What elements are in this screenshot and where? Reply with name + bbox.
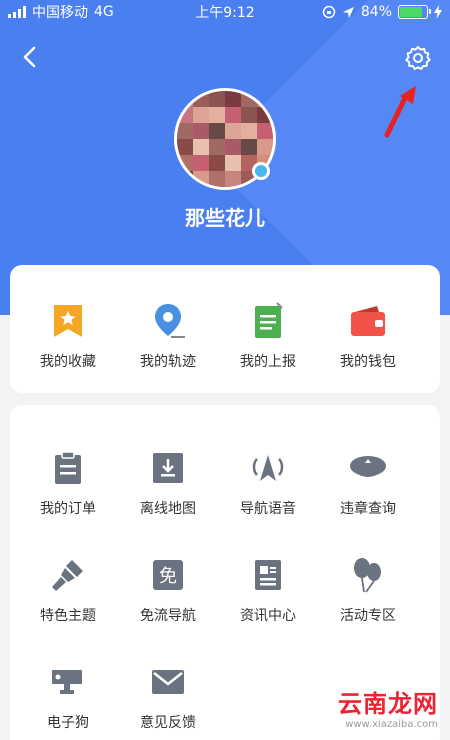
- balloons-icon: [348, 555, 388, 595]
- location-arrow-icon: [342, 6, 354, 18]
- watermark-text: 云南龙网: [338, 690, 438, 718]
- quick-action-bookmark-star[interactable]: 我的收藏: [18, 301, 118, 371]
- service-order-clipboard[interactable]: 我的订单: [18, 448, 118, 518]
- navigation-voice-icon: [248, 448, 288, 488]
- service-news[interactable]: 资讯中心: [218, 555, 318, 625]
- service-label: 活动专区: [340, 608, 396, 624]
- service-camera[interactable]: 电子狗: [18, 662, 118, 732]
- paint-brush-icon: [48, 555, 88, 595]
- order-clipboard-icon: [48, 448, 88, 488]
- service-label: 导航语音: [240, 501, 296, 517]
- svg-text:免: 免: [159, 566, 177, 587]
- annotation-arrow-icon: [384, 86, 416, 138]
- quick-action-label: 我的收藏: [40, 354, 96, 370]
- service-offline-map-download[interactable]: 离线地图: [118, 448, 218, 518]
- camera-icon: [48, 662, 88, 702]
- quick-action-wallet[interactable]: 我的钱包: [318, 301, 418, 371]
- carrier-name: 中国移动: [32, 5, 88, 21]
- status-left: 中国移动 4G: [8, 2, 114, 22]
- battery-percent: 84%: [360, 4, 392, 20]
- report-document-icon: [248, 301, 288, 341]
- service-label: 免流导航: [140, 608, 196, 624]
- service-label: 离线地图: [140, 501, 196, 517]
- offline-map-download-icon: [148, 448, 188, 488]
- verified-badge-icon: [252, 162, 270, 180]
- news-icon: [248, 555, 288, 595]
- signal-icon: [8, 6, 26, 18]
- quick-action-report-document[interactable]: 我的上报: [218, 301, 318, 371]
- rotation-lock-icon: [322, 5, 336, 19]
- free-data-icon: 免: [148, 555, 188, 595]
- charging-bolt-icon: [434, 5, 442, 19]
- service-label: 违章查询: [340, 501, 396, 517]
- status-bar: 中国移动 4G 上午9:12 84%: [0, 0, 450, 24]
- police-cap-icon: [348, 448, 388, 488]
- service-police-cap[interactable]: 违章查询: [318, 448, 418, 518]
- service-label: 我的订单: [40, 501, 96, 517]
- watermark: 云南龙网 www.xiazaiba.com: [338, 684, 438, 730]
- location-pin-icon: [148, 301, 188, 341]
- service-balloons[interactable]: 活动专区: [318, 555, 418, 625]
- chevron-left-icon: [23, 46, 36, 68]
- quick-action-location-pin[interactable]: 我的轨迹: [118, 301, 218, 371]
- service-navigation-voice[interactable]: 导航语音: [218, 448, 318, 518]
- wallet-icon: [348, 301, 388, 341]
- service-label: 资讯中心: [240, 608, 296, 624]
- gear-icon: [405, 46, 431, 70]
- username[interactable]: 那些花儿: [0, 202, 450, 231]
- settings-button[interactable]: [402, 42, 434, 74]
- service-label: 电子狗: [47, 715, 89, 731]
- status-right: 84%: [322, 4, 442, 20]
- service-paint-brush[interactable]: 特色主题: [18, 555, 118, 625]
- quick-action-label: 我的钱包: [340, 354, 396, 370]
- battery-icon: [398, 5, 431, 19]
- mail-icon: [148, 662, 188, 702]
- bookmark-star-icon: [48, 301, 88, 341]
- quick-actions-card: 我的收藏 我的轨迹 我的上报 我的钱包: [10, 265, 440, 393]
- network-type: 4G: [94, 4, 114, 20]
- service-label: 意见反馈: [140, 715, 196, 731]
- service-label: 特色主题: [40, 608, 96, 624]
- back-button[interactable]: [14, 42, 44, 72]
- quick-action-label: 我的轨迹: [140, 354, 196, 370]
- service-mail[interactable]: 意见反馈: [118, 662, 218, 732]
- quick-action-label: 我的上报: [240, 354, 296, 370]
- watermark-url: www.xiazaiba.com: [345, 719, 438, 730]
- battery-fill: [400, 7, 422, 17]
- service-free-data[interactable]: 免免流导航: [118, 555, 218, 625]
